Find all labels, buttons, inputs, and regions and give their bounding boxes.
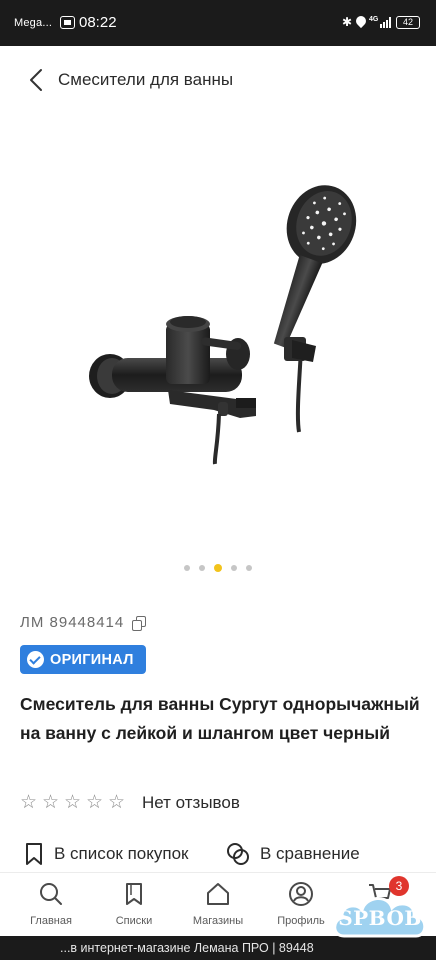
page-title: Смесители для ванны xyxy=(58,70,234,89)
reviews-label[interactable]: Нет отзывов xyxy=(142,793,240,813)
status-bar: Mega... 08:22 ✱ 4G 42 xyxy=(0,0,436,46)
rating-stars: ☆ ☆ ☆ ☆ ☆ xyxy=(20,792,128,814)
pagination-dot[interactable] xyxy=(231,565,237,571)
star-icon: ☆ xyxy=(64,792,82,813)
search-icon xyxy=(40,883,62,905)
gallery-pagination xyxy=(0,562,436,574)
chevron-left-icon xyxy=(30,69,42,91)
network-type: 4G xyxy=(369,16,379,23)
signal-icon xyxy=(380,17,392,28)
add-to-list-button[interactable]: В список покупок xyxy=(24,842,188,866)
bluetooth-icon: ✱ xyxy=(342,15,353,29)
product-image xyxy=(89,185,357,465)
add-to-list-label: В список покупок xyxy=(54,844,189,863)
bookmark-icon xyxy=(26,843,42,865)
product-title: Смеситель для ванны Сургут однорычажный … xyxy=(20,694,420,743)
pagination-dot[interactable] xyxy=(199,565,205,571)
star-icon: ☆ xyxy=(42,792,60,813)
star-icon: ☆ xyxy=(108,792,126,813)
article-number: ЛМ 89448414 xyxy=(20,614,125,631)
watermark-text: SPBOB xyxy=(338,906,422,930)
back-button[interactable] xyxy=(24,66,50,94)
volte-icon xyxy=(60,16,75,29)
check-circle-icon xyxy=(27,651,44,668)
nav-profile[interactable]: Профиль xyxy=(261,881,341,927)
copy-icon[interactable] xyxy=(132,615,147,631)
pagination-dot[interactable] xyxy=(246,565,252,571)
nav-profile-label: Профиль xyxy=(277,915,325,927)
pagination-dot-active[interactable] xyxy=(214,564,222,572)
compare-button[interactable]: В сравнение xyxy=(226,842,360,866)
nav-stores-label: Магазины xyxy=(192,915,244,927)
location-icon xyxy=(353,13,369,29)
carrier-name: Mega... xyxy=(14,17,53,29)
nav-home-label: Главная xyxy=(30,915,72,927)
watermark: SPBOB xyxy=(330,888,430,946)
product-image-gallery[interactable] xyxy=(0,114,436,590)
star-icon: ☆ xyxy=(86,792,104,813)
product-article: ЛМ 89448414 xyxy=(20,614,147,631)
nav-home[interactable]: Главная xyxy=(11,881,91,927)
battery-indicator: 42 xyxy=(396,16,420,29)
original-badge: ОРИГИНАЛ xyxy=(20,645,146,674)
compare-icon xyxy=(227,843,249,865)
nav-lists[interactable]: Списки xyxy=(94,881,174,927)
user-icon xyxy=(289,882,313,906)
star-icon: ☆ xyxy=(20,792,38,813)
page-header: Смесители для ванны xyxy=(0,46,436,114)
product-rating[interactable]: ☆ ☆ ☆ ☆ ☆ Нет отзывов xyxy=(20,792,240,814)
bookmark-icon xyxy=(126,883,142,905)
nav-stores[interactable]: Магазины xyxy=(178,881,258,927)
pagination-dot[interactable] xyxy=(184,565,190,571)
status-time: 08:22 xyxy=(79,14,117,31)
store-icon xyxy=(207,883,229,905)
nav-lists-label: Списки xyxy=(115,915,153,927)
compare-label: В сравнение xyxy=(260,844,360,863)
badge-label: ОРИГИНАЛ xyxy=(50,651,134,668)
product-actions: В список покупок В сравнение xyxy=(24,842,424,872)
